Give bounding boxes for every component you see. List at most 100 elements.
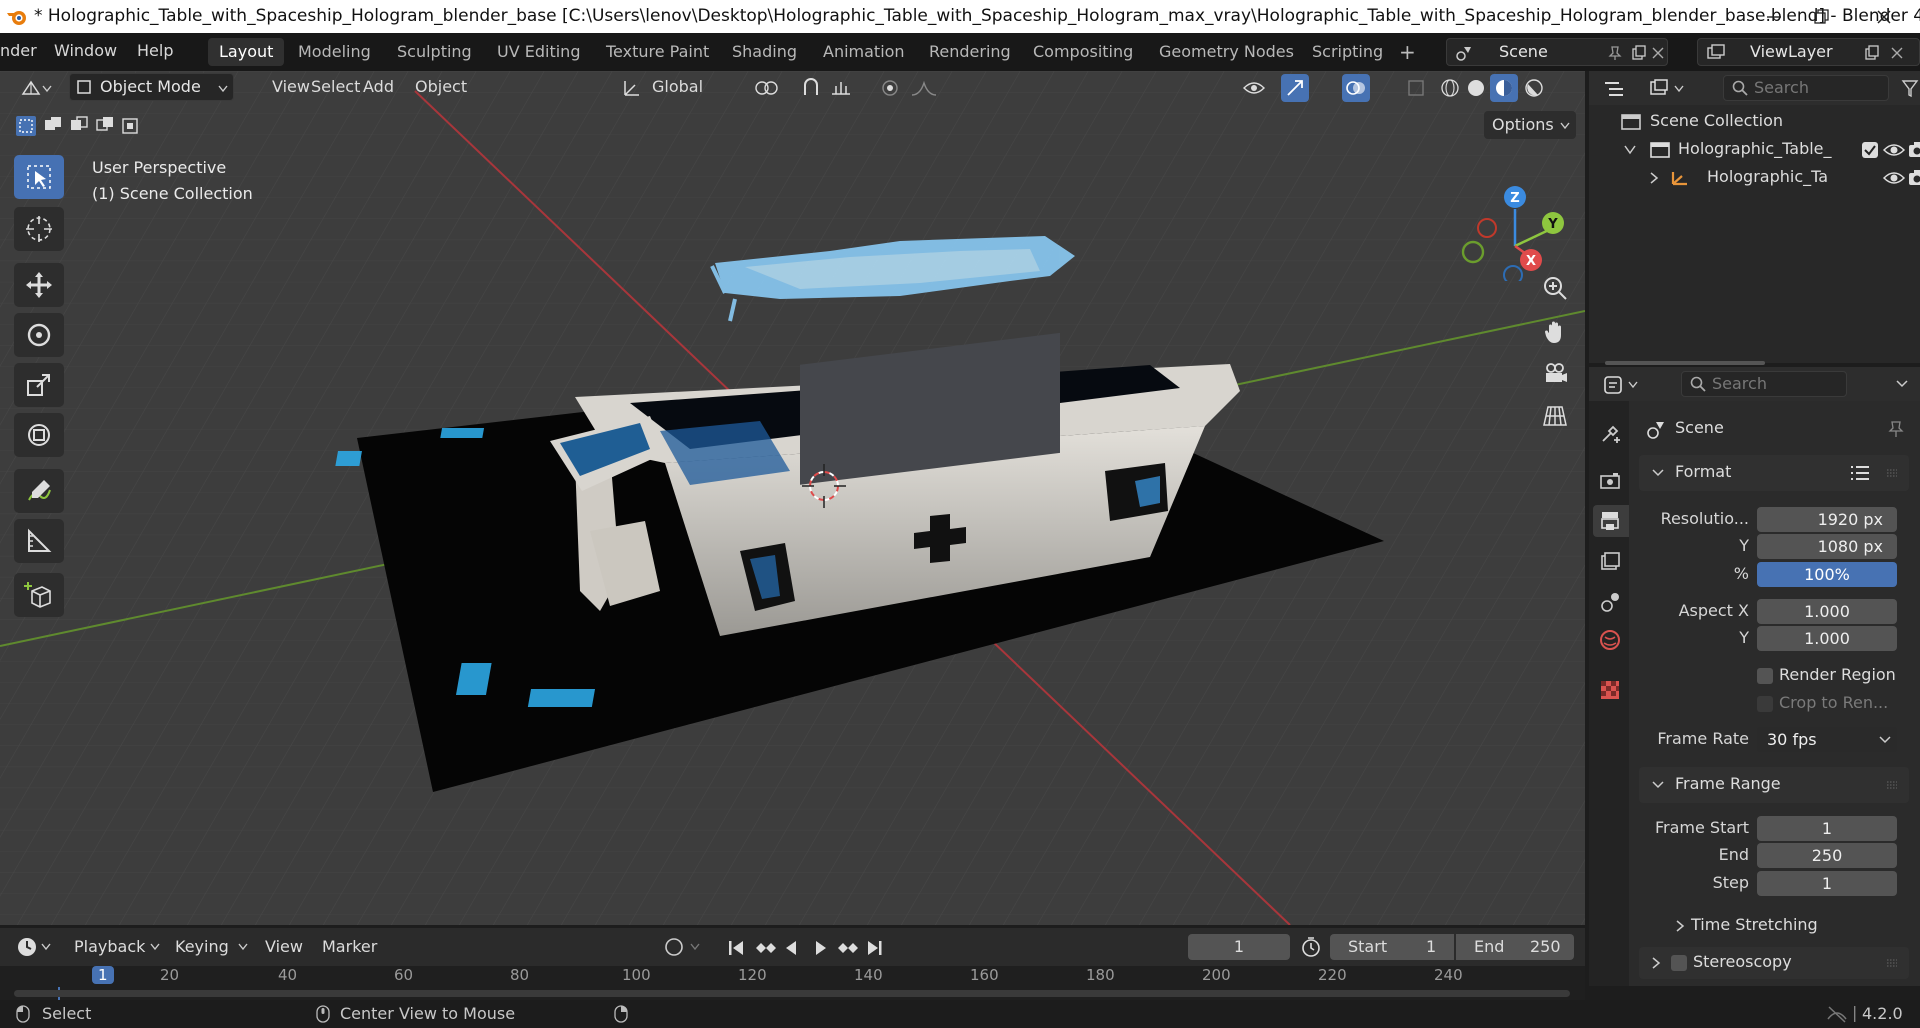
transform-orientation-icon[interactable] xyxy=(622,78,642,98)
remove-scene-icon[interactable] xyxy=(1651,46,1665,60)
overlays-toggle-button[interactable] xyxy=(1342,74,1370,102)
crop-row[interactable]: Crop to Ren... xyxy=(1589,691,1920,719)
timeline-editor-icon[interactable] xyxy=(16,936,54,958)
navigation-gizmo[interactable]: Z Y X xyxy=(1455,161,1575,281)
play-reverse-icon[interactable] xyxy=(786,941,796,955)
rotate-tool[interactable] xyxy=(14,313,64,357)
select-new-icon[interactable] xyxy=(14,114,38,138)
time-stretching-row[interactable]: Time Stretching xyxy=(1589,912,1920,940)
pan-view-button[interactable] xyxy=(1536,313,1574,351)
tab-animation[interactable]: Animation xyxy=(812,38,916,66)
zoom-view-button[interactable] xyxy=(1536,269,1574,307)
eye-icon[interactable] xyxy=(1883,169,1905,187)
start-frame-field[interactable]: Start 1 xyxy=(1330,934,1454,960)
editor-type-icon[interactable] xyxy=(20,78,42,98)
menu-marker[interactable]: Marker xyxy=(322,937,377,956)
properties-search-input[interactable]: Search xyxy=(1681,371,1847,397)
3d-viewport[interactable]: Object Mode View Select Add Object Globa… xyxy=(0,71,1585,925)
select-box-tool[interactable] xyxy=(14,155,64,199)
outliner-row-object[interactable]: Holographic_Ta xyxy=(1589,165,1920,191)
outliner-row-scene-collection[interactable]: Scene Collection xyxy=(1589,109,1920,135)
tab-compositing[interactable]: Compositing xyxy=(1022,38,1144,66)
auto-keying-icon[interactable] xyxy=(663,936,703,958)
select-intersect-icon[interactable] xyxy=(120,114,144,138)
menu-window[interactable]: Window xyxy=(54,41,117,60)
stereoscopy-section-header[interactable]: Stereoscopy xyxy=(1639,947,1909,979)
menu-render[interactable]: nder xyxy=(0,41,37,60)
format-section-header[interactable]: Format xyxy=(1639,455,1909,491)
chevron-down-icon[interactable] xyxy=(1624,145,1636,155)
remove-layer-icon[interactable] xyxy=(1890,46,1904,60)
tab-shading[interactable]: Shading xyxy=(721,38,808,66)
frame-step-field[interactable]: 1 xyxy=(1757,871,1897,896)
add-workspace-icon[interactable]: + xyxy=(1399,40,1416,64)
drag-handle-icon[interactable] xyxy=(1885,779,1899,791)
transform-tool[interactable] xyxy=(14,413,64,457)
camera-render-icon[interactable] xyxy=(1908,169,1920,187)
frame-range-section-header[interactable]: Frame Range xyxy=(1639,767,1909,803)
menu-playback[interactable]: Playback xyxy=(74,937,145,956)
timeline-ruler[interactable]: 1 20 40 60 80 100 120 140 160 180 200 22… xyxy=(0,966,1585,1000)
frame-rate-select[interactable]: 30 fps xyxy=(1757,727,1897,752)
menu-view[interactable]: View xyxy=(272,77,310,96)
render-region-row[interactable]: Render Region xyxy=(1589,663,1920,691)
snap-icon[interactable] xyxy=(800,77,822,99)
tab-geometry-nodes[interactable]: Geometry Nodes xyxy=(1148,38,1305,66)
end-frame-field[interactable]: End 250 xyxy=(1456,934,1574,960)
rendered-shading-icon[interactable] xyxy=(1524,78,1544,98)
perspective-toggle-button[interactable] xyxy=(1536,397,1574,435)
copy-scene-icon[interactable] xyxy=(1631,45,1647,61)
add-cube-tool[interactable] xyxy=(14,573,64,617)
scene-selector[interactable]: Scene xyxy=(1446,38,1668,66)
jump-end-icon[interactable] xyxy=(868,941,882,955)
mode-selector[interactable]: Object Mode xyxy=(69,73,234,101)
outliner-editor-icon[interactable] xyxy=(1603,79,1629,99)
playhead-frame[interactable]: 1 xyxy=(92,966,114,984)
pin-icon[interactable] xyxy=(1887,420,1905,438)
annotate-tool[interactable] xyxy=(14,469,64,513)
menu-select[interactable]: Select xyxy=(311,77,360,96)
filter-icon[interactable] xyxy=(1901,77,1919,99)
eye-icon[interactable] xyxy=(1883,141,1905,159)
xray-icon[interactable] xyxy=(1406,78,1426,98)
wireframe-shading-icon[interactable] xyxy=(1440,78,1460,98)
prev-keyframe-icon[interactable] xyxy=(756,943,776,953)
pivot-point-icon[interactable] xyxy=(754,78,780,98)
menu-help[interactable]: Help xyxy=(137,41,173,60)
select-extend-icon[interactable] xyxy=(42,114,66,138)
aspect-y-field[interactable]: 1.000 xyxy=(1757,626,1897,651)
menu-keying[interactable]: Keying xyxy=(175,937,229,956)
copy-layer-icon[interactable] xyxy=(1864,45,1880,61)
menu-timeline-view[interactable]: View xyxy=(265,937,303,956)
display-mode-icon[interactable] xyxy=(1649,79,1689,99)
falloff-icon[interactable] xyxy=(910,78,944,98)
solid-shading-icon[interactable] xyxy=(1466,78,1486,98)
current-frame-field[interactable]: 1 xyxy=(1188,934,1290,960)
drag-handle-icon[interactable] xyxy=(1885,467,1899,479)
timeline-scrollbar[interactable] xyxy=(14,990,1570,997)
pin-icon[interactable] xyxy=(1607,45,1623,61)
tab-texture-paint[interactable]: Texture Paint xyxy=(595,38,720,66)
camera-render-icon[interactable] xyxy=(1908,141,1920,159)
chevron-down-icon[interactable] xyxy=(1895,379,1909,389)
frame-start-field[interactable]: 1 xyxy=(1757,816,1897,841)
snap-target-icon[interactable] xyxy=(830,78,860,98)
tab-modeling[interactable]: Modeling xyxy=(287,38,382,66)
outliner-search-input[interactable]: Search xyxy=(1723,75,1889,101)
play-icon[interactable] xyxy=(816,941,826,955)
restore-button[interactable] xyxy=(1793,0,1849,33)
proportional-editing-icon[interactable] xyxy=(880,78,900,98)
checkbox-checked-icon[interactable] xyxy=(1861,141,1879,159)
outliner-row-collection[interactable]: Holographic_Table_ xyxy=(1589,137,1920,163)
jump-start-icon[interactable] xyxy=(729,941,743,955)
select-difference-icon[interactable] xyxy=(94,114,118,138)
tab-sculpting[interactable]: Sculpting xyxy=(386,38,483,66)
crop-checkbox[interactable] xyxy=(1757,696,1773,712)
tab-layout[interactable]: Layout xyxy=(208,38,285,66)
resolution-y-field[interactable]: 1080 px xyxy=(1757,534,1897,559)
frame-end-field[interactable]: 250 xyxy=(1757,843,1897,868)
tab-uv-editing[interactable]: UV Editing xyxy=(486,38,591,66)
close-button[interactable] xyxy=(1856,0,1912,33)
options-dropdown[interactable]: Options xyxy=(1484,111,1576,139)
select-subtract-icon[interactable] xyxy=(68,114,92,138)
